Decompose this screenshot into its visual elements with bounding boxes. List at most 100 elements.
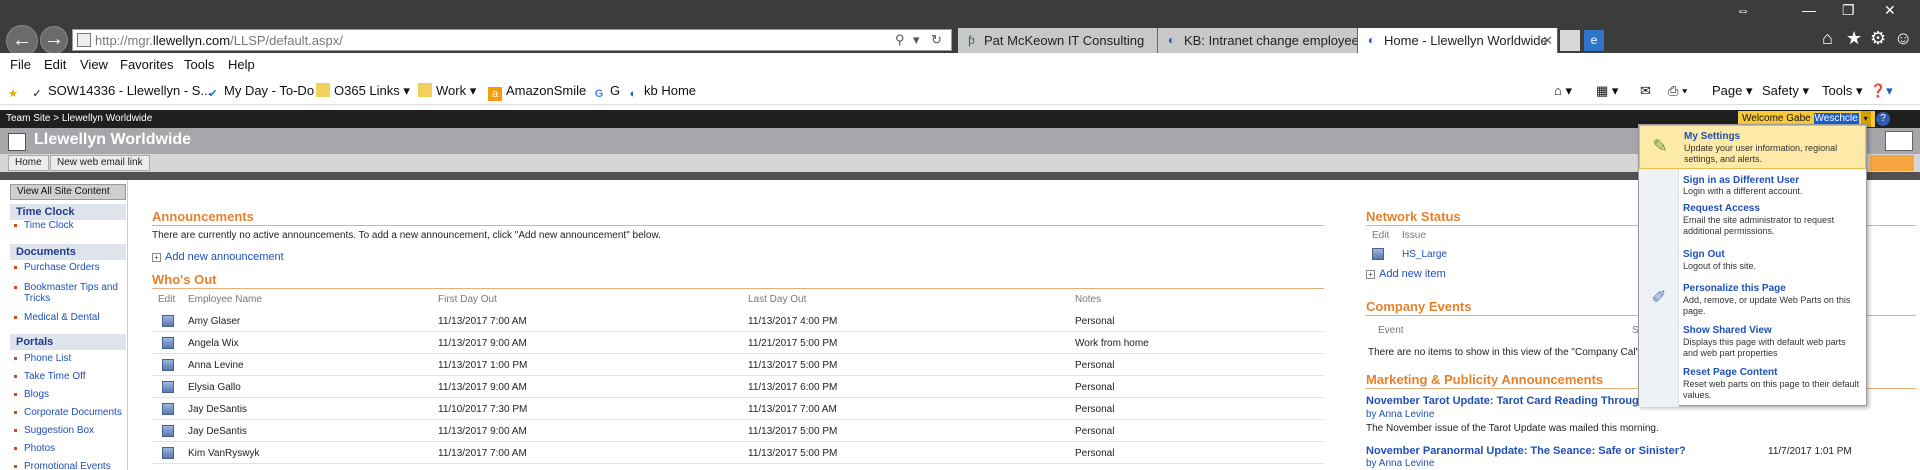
nav-link-time-clock[interactable]: Time Clock	[24, 220, 124, 231]
nav-link-take-time-off[interactable]: Take Time Off	[24, 371, 124, 382]
menu-item-request-access[interactable]: Request Access Email the site administra…	[1639, 203, 1866, 245]
maximize-icon[interactable]: ❐	[1842, 2, 1855, 19]
marketing-item-1-title[interactable]: November Tarot Update: Tarot Card Readin…	[1366, 395, 1646, 407]
edit-item-icon[interactable]	[162, 381, 174, 393]
nav-link-photos[interactable]: Photos	[24, 443, 124, 454]
menu-file[interactable]: File	[10, 57, 31, 72]
cell-name[interactable]: Angela Wix	[188, 338, 239, 349]
home-cmd-icon[interactable]: ⌂ ▾	[1554, 83, 1572, 99]
mail-icon[interactable]: ✉	[1640, 83, 1651, 99]
dropdown-icon[interactable]: ▾	[913, 32, 920, 48]
col-issue[interactable]: Issue	[1402, 230, 1426, 241]
site-actions-button[interactable]	[1870, 155, 1914, 171]
edit-item-icon[interactable]	[162, 447, 174, 459]
announcements-title[interactable]: Announcements	[152, 209, 254, 224]
fav-kb-home[interactable]: ◐ kb Home	[626, 83, 696, 101]
fav-sow14336[interactable]: ✓ SOW14336 - Llewellyn - S...	[30, 83, 211, 101]
tab-pat-mckeown[interactable]: ƥ Pat McKeown IT Consulting	[958, 28, 1158, 53]
nav-link-suggestion-box[interactable]: Suggestion Box	[24, 425, 124, 436]
new-tab-button[interactable]	[1560, 30, 1580, 51]
tab-close-icon[interactable]: ✕	[1542, 28, 1553, 53]
fav-work[interactable]: Work ▾	[418, 83, 476, 99]
edit-item-icon[interactable]	[1372, 248, 1384, 260]
search-icon[interactable]: ⚲	[895, 32, 905, 48]
safety-menu[interactable]: Safety ▾	[1762, 83, 1809, 99]
nav-link-blogs[interactable]: Blogs	[24, 389, 124, 400]
tools-menu[interactable]: Tools ▾	[1822, 83, 1863, 99]
minimize-icon[interactable]: —	[1802, 2, 1816, 18]
refresh-icon[interactable]: ↻	[931, 32, 942, 48]
company-events-title[interactable]: Company Events	[1366, 299, 1471, 314]
home-icon[interactable]: ⌂	[1822, 28, 1833, 49]
star-icon[interactable]: ★	[1846, 28, 1862, 49]
edit-item-icon[interactable]	[162, 315, 174, 327]
nav-link-phone-list[interactable]: Phone List	[24, 353, 124, 364]
fav-my-day[interactable]: ✔ My Day - To-Do	[206, 83, 314, 101]
print-icon[interactable]: ⎙ ▾	[1668, 83, 1687, 99]
view-all-site-content[interactable]: View All Site Content	[10, 184, 126, 200]
nav-head-documents[interactable]: Documents	[10, 244, 126, 260]
tab-kb-intranet[interactable]: ◐ KB: Intranet change employee ...	[1158, 28, 1358, 53]
menu-item-reset-page-content[interactable]: Reset Page Content Reset web parts on th…	[1639, 365, 1866, 405]
menu-help[interactable]: Help	[228, 57, 255, 72]
edit-item-icon[interactable]	[162, 425, 174, 437]
menu-edit[interactable]: Edit	[44, 57, 66, 72]
window-close-icon[interactable]: ✕	[1884, 2, 1896, 19]
page-menu[interactable]: Page ▾	[1712, 83, 1753, 99]
marketing-item-2-title[interactable]: November Paranormal Update: The Seance: …	[1366, 445, 1686, 457]
col-first-day-out[interactable]: First Day Out	[438, 294, 497, 305]
favorites-star-icon[interactable]: ★	[6, 83, 24, 101]
menu-item-my-settings[interactable]: ✎ My Settings Update your user informati…	[1639, 125, 1866, 169]
rss-icon[interactable]: ▦ ▾	[1596, 83, 1618, 99]
nav-head-time-clock[interactable]: Time Clock	[10, 204, 126, 220]
fav-o365-links[interactable]: O365 Links ▾	[316, 83, 410, 99]
marketing-title[interactable]: Marketing & Publicity Announcements	[1366, 372, 1603, 387]
edit-item-icon[interactable]	[162, 403, 174, 415]
col-notes[interactable]: Notes	[1075, 294, 1101, 305]
address-bar[interactable]: http://mgr.llewellyn.com/LLSP/default.as…	[72, 29, 952, 51]
cell-name[interactable]: Jay DeSantis	[188, 404, 247, 415]
menu-item-sign-in-different[interactable]: Sign in as Different User Login with a d…	[1639, 171, 1866, 203]
network-status-title[interactable]: Network Status	[1366, 209, 1461, 224]
nav-tab-home[interactable]: Home	[8, 155, 49, 171]
cell-name[interactable]: Anna Levine	[188, 360, 244, 371]
nav-link-corporate-documents[interactable]: Corporate Documents	[24, 407, 124, 418]
nav-head-portals[interactable]: Portals	[10, 334, 126, 350]
marketing-item-1-author[interactable]: by Anna Levine	[1366, 409, 1434, 420]
whos-out-title[interactable]: Who's Out	[152, 272, 216, 287]
tab-home-llewellyn[interactable]: ◐ Home - Llewellyn Worldwide ✕	[1358, 28, 1558, 53]
menu-favorites[interactable]: Favorites	[120, 57, 173, 72]
edit-item-icon[interactable]	[162, 359, 174, 371]
gear-icon[interactable]: ⚙	[1870, 28, 1886, 49]
add-new-announcement-link[interactable]: + Add new announcement	[152, 251, 284, 263]
col-employee-name[interactable]: Employee Name	[188, 294, 262, 305]
address-url[interactable]: http://mgr.llewellyn.com/LLSP/default.as…	[95, 33, 343, 48]
nav-tab-new-web-email-link[interactable]: New web email link	[50, 155, 150, 171]
fav-amazonsmile[interactable]: a AmazonSmile	[488, 83, 586, 101]
issue-hs-large[interactable]: HS_Large	[1402, 249, 1447, 260]
menu-tools[interactable]: Tools	[184, 57, 214, 72]
nav-link-purchase-orders[interactable]: Purchase Orders	[24, 262, 124, 273]
nav-link-medical-dental[interactable]: Medical & Dental	[24, 312, 124, 323]
sp-search-icon[interactable]	[1885, 131, 1913, 151]
menu-item-show-shared-view[interactable]: Show Shared View Displays this page with…	[1639, 321, 1866, 365]
add-new-item-link[interactable]: + Add new item	[1366, 268, 1446, 280]
help-icon[interactable]: ?	[1876, 112, 1890, 126]
help-cmd-icon[interactable]: ❓▾	[1870, 83, 1893, 99]
col-event[interactable]: Event	[1378, 325, 1404, 336]
forward-arrow-icon[interactable]: →	[40, 26, 68, 54]
col-last-day-out[interactable]: Last Day Out	[748, 294, 806, 305]
nav-link-promotional-events[interactable]: Promotional Events	[24, 461, 124, 470]
cell-name[interactable]: Amy Glaser	[188, 316, 240, 327]
cell-name[interactable]: Kim VanRyswyk	[188, 448, 260, 459]
marketing-item-2-author[interactable]: by Anna Levine	[1366, 458, 1434, 469]
menu-item-personalize-page[interactable]: ✐ Personalize this Page Add, remove, or …	[1639, 277, 1866, 321]
smiley-icon[interactable]: ☺	[1894, 28, 1912, 49]
fav-google[interactable]: GG	[592, 83, 620, 101]
menu-view[interactable]: View	[80, 57, 108, 72]
site-title[interactable]: Llewellyn Worldwide	[34, 131, 191, 149]
nav-link-bookmaster[interactable]: Bookmaster Tips and Tricks	[24, 282, 124, 304]
menu-item-sign-out[interactable]: Sign Out Logout of this site.	[1639, 245, 1866, 277]
ie-logo-icon[interactable]: e	[1584, 30, 1604, 51]
cell-name[interactable]: Jay DeSantis	[188, 426, 247, 437]
